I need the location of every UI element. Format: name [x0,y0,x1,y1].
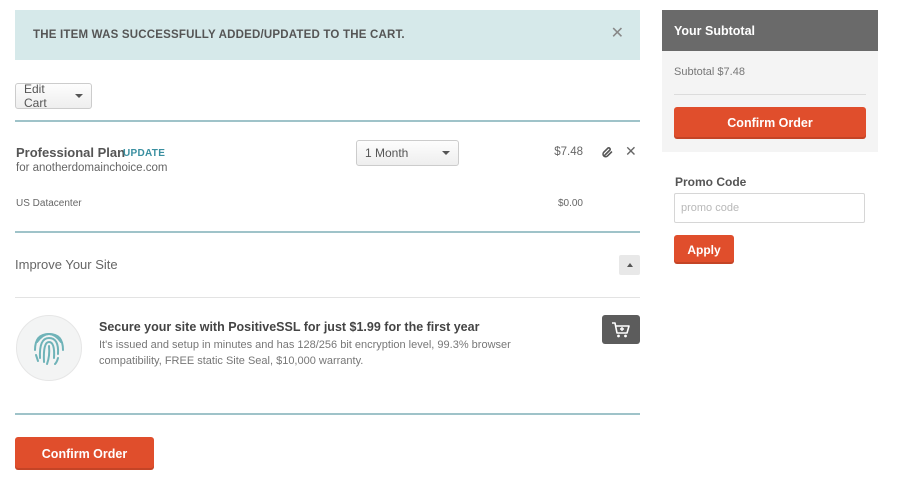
plan-price: $7.48 [554,146,583,158]
success-alert: THE ITEM WAS SUCCESSFULLY ADDED/UPDATED … [15,10,640,60]
cart-icon [612,321,630,337]
alert-message: THE ITEM WAS SUCCESSFULLY ADDED/UPDATED … [33,29,405,41]
ssl-offer-title: Secure your site with PositiveSSL for ju… [99,320,480,334]
chevron-down-icon [442,151,450,155]
apply-button[interactable]: Apply [674,235,734,264]
fingerprint-icon [16,315,82,381]
confirm-order-button[interactable]: Confirm Order [15,437,154,470]
term-select[interactable]: 1 Month [356,140,459,166]
ssl-offer-description: It's issued and setup in minutes and has… [99,339,511,367]
subtotal-heading: Your Subtotal [662,10,878,51]
edit-cart-label: Edit Cart [24,82,47,110]
paperclip-icon[interactable] [602,146,614,158]
divider [15,297,640,298]
collapse-button[interactable] [619,255,640,275]
divider [15,120,640,122]
subtotal-value: Subtotal $7.48 [674,66,745,78]
divider [15,413,640,415]
update-link[interactable]: UPDATE [123,148,165,159]
divider [674,94,866,95]
plan-domain: for anotherdomainchoice.com [16,162,168,174]
chevron-up-icon [626,263,633,267]
promo-code-label: Promo Code [675,175,747,189]
edit-cart-dropdown[interactable]: Edit Cart [15,82,92,110]
promo-code-input[interactable] [674,193,865,223]
add-to-cart-button[interactable] [602,315,640,344]
plan-name: Professional Plan [16,145,126,160]
term-value: 1 Month [365,146,409,160]
close-icon[interactable]: ✕ [611,26,624,42]
remove-icon[interactable]: ✕ [625,144,637,158]
subtotal-panel: Your Subtotal Subtotal $7.48 Confirm Ord… [662,10,878,152]
datacenter-price: $0.00 [557,198,583,209]
confirm-order-button-sidebar[interactable]: Confirm Order [674,107,866,139]
improve-section-title: Improve Your Site [15,257,118,272]
chevron-down-icon [75,94,83,98]
divider [15,231,640,233]
datacenter-label: US Datacenter [16,198,82,209]
